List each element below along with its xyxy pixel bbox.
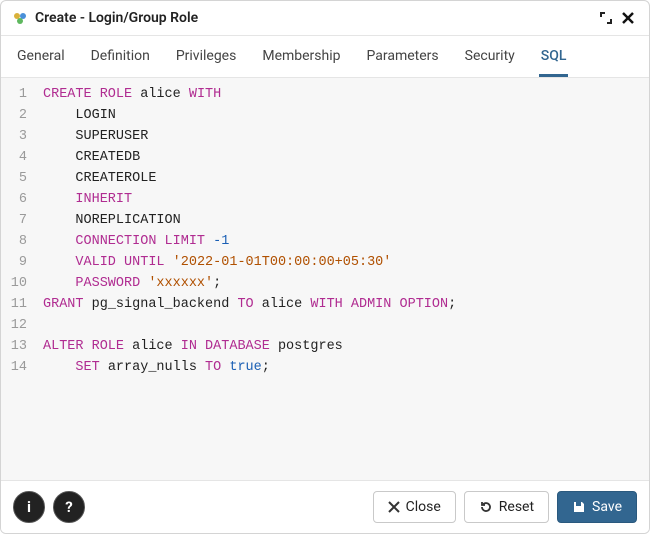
line-number: 1: [9, 84, 27, 105]
info-icon: i: [27, 498, 31, 516]
tab-parameters[interactable]: Parameters: [365, 36, 441, 77]
code-line: CREATEROLE: [43, 168, 641, 189]
maximize-button[interactable]: [595, 7, 617, 29]
tab-security[interactable]: Security: [463, 36, 517, 77]
line-number: 9: [9, 252, 27, 273]
line-number: 6: [9, 189, 27, 210]
dialog-footer: i ? Close Reset Save: [1, 480, 649, 533]
reset-button[interactable]: Reset: [464, 491, 549, 523]
help-icon: ?: [65, 498, 72, 516]
tab-bar: General Definition Privileges Membership Par…: [1, 36, 649, 78]
line-number-gutter: 1234567891011121314: [1, 78, 35, 480]
close-button-label: Close: [406, 499, 441, 515]
sql-code[interactable]: CREATE ROLE alice WITH LOGIN SUPERUSER C…: [35, 78, 649, 480]
code-line: GRANT pg_signal_backend TO alice WITH AD…: [43, 294, 641, 315]
line-number: 8: [9, 231, 27, 252]
line-number: 3: [9, 126, 27, 147]
line-number: 12: [9, 315, 27, 336]
sql-editor[interactable]: 1234567891011121314 CREATE ROLE alice WI…: [1, 78, 649, 480]
save-button[interactable]: Save: [557, 491, 637, 523]
code-line: [43, 315, 641, 336]
code-line: CONNECTION LIMIT -1: [43, 231, 641, 252]
info-button[interactable]: i: [13, 491, 45, 523]
close-dialog-button[interactable]: [617, 7, 639, 29]
create-role-dialog: Create - Login/Group Role General Definit…: [0, 0, 650, 534]
code-line: LOGIN: [43, 105, 641, 126]
help-button[interactable]: ?: [53, 491, 85, 523]
reset-icon: [479, 500, 493, 514]
tab-sql[interactable]: SQL: [539, 36, 569, 77]
tab-general[interactable]: General: [15, 36, 67, 77]
dialog-title: Create - Login/Group Role: [35, 10, 198, 26]
line-number: 5: [9, 168, 27, 189]
code-line: NOREPLICATION: [43, 210, 641, 231]
reset-button-label: Reset: [499, 499, 534, 515]
code-line: CREATEDB: [43, 147, 641, 168]
code-line: PASSWORD 'xxxxxx';: [43, 273, 641, 294]
code-line: CREATE ROLE alice WITH: [43, 84, 641, 105]
save-icon: [572, 500, 586, 514]
line-number: 10: [9, 273, 27, 294]
save-button-label: Save: [592, 499, 622, 515]
titlebar: Create - Login/Group Role: [1, 1, 649, 36]
line-number: 13: [9, 336, 27, 357]
code-line: INHERIT: [43, 189, 641, 210]
role-icon: [11, 9, 29, 27]
close-icon: [388, 501, 400, 513]
tab-privileges[interactable]: Privileges: [174, 36, 239, 77]
tab-membership[interactable]: Membership: [260, 36, 342, 77]
line-number: 11: [9, 294, 27, 315]
line-number: 2: [9, 105, 27, 126]
tab-definition[interactable]: Definition: [89, 36, 152, 77]
code-line: SUPERUSER: [43, 126, 641, 147]
line-number: 4: [9, 147, 27, 168]
code-line: VALID UNTIL '2022-01-01T00:00:00+05:30': [43, 252, 641, 273]
line-number: 14: [9, 357, 27, 378]
line-number: 7: [9, 210, 27, 231]
code-line: SET array_nulls TO true;: [43, 357, 641, 378]
code-line: ALTER ROLE alice IN DATABASE postgres: [43, 336, 641, 357]
close-button[interactable]: Close: [373, 491, 456, 523]
